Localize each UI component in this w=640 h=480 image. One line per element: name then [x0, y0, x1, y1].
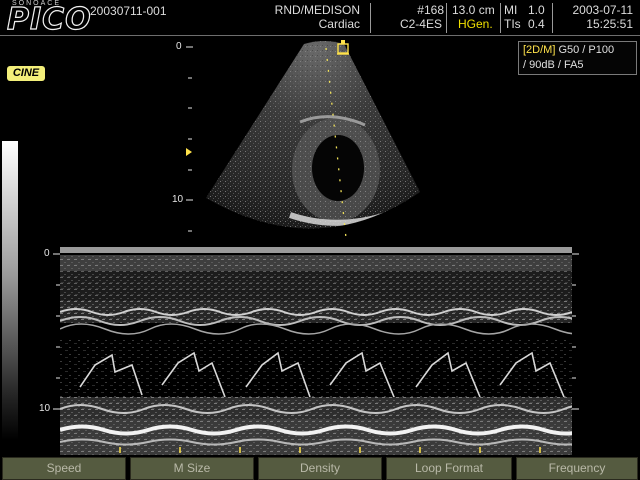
- softkey-frequency[interactable]: Frequency: [516, 457, 638, 480]
- sector-image[interactable]: [0, 0, 640, 250]
- softkey-m-size[interactable]: M Size: [130, 457, 254, 480]
- depth-ticks-2d: [186, 46, 193, 232]
- softkey-density[interactable]: Density: [258, 457, 382, 480]
- depth-label-0: 0: [176, 41, 182, 52]
- softkey-loop-format[interactable]: Loop Format: [386, 457, 512, 480]
- softkey-speed[interactable]: Speed: [2, 457, 126, 480]
- m-mode-depth-scale: [53, 253, 579, 410]
- softkey-bar: Speed M Size Density Loop Format Frequen…: [0, 455, 640, 480]
- mmode-depth-label-0: 0: [44, 248, 50, 259]
- mmode-depth-label-10: 10: [39, 403, 51, 414]
- depth-label-10: 10: [172, 194, 184, 205]
- focus-marker-icon: [186, 148, 192, 156]
